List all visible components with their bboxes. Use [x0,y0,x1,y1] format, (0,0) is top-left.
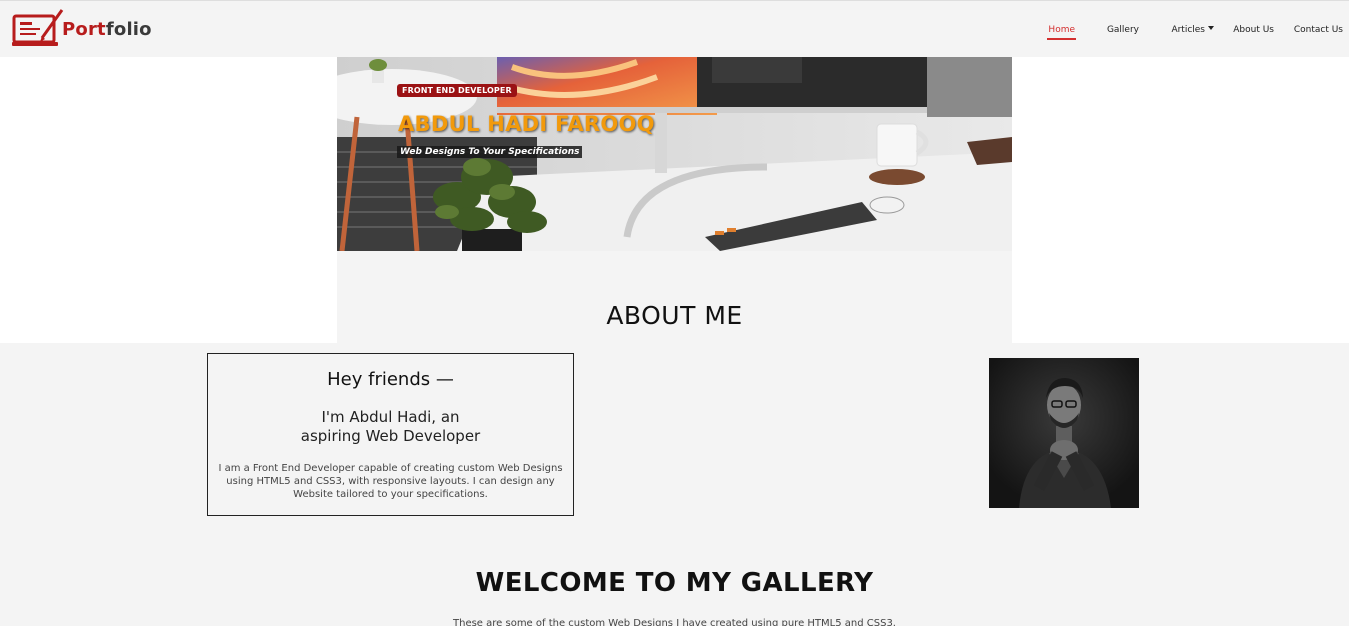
intro-subtitle-line1: I'm Abdul Hadi, an [321,408,460,426]
logo[interactable]: Portfolio [12,8,162,50]
intro-card: Hey friends — I'm Abdul Hadi, an aspirin… [207,353,574,516]
site-header: Portfolio Home Gallery Articles About Us… [0,0,1349,57]
hero-badge: FRONT END DEVELOPER [397,84,517,97]
hero-tagline: Web Designs To Your Specifications [397,146,583,158]
caret-down-icon [1208,26,1214,30]
nav-articles[interactable]: Articles [1171,25,1214,35]
profile-photo [989,358,1139,508]
hero-name: ABDUL HADI FAROOQ [398,112,655,136]
logo-text: Portfolio [62,19,152,40]
portfolio-logo-icon [12,9,64,46]
nav-gallery[interactable]: Gallery [1107,25,1139,35]
hero-banner: FRONT END DEVELOPER ABDUL HADI FAROOQ We… [337,57,1012,251]
nav-contact-us[interactable]: Contact Us [1294,25,1343,35]
about-title: ABOUT ME [606,301,743,330]
nav-articles-label: Articles [1171,25,1205,35]
intro-greeting: Hey friends — [327,369,454,390]
logo-text-accent: Port [62,19,106,40]
white-band-right [1012,57,1349,343]
intro-body: I am a Front End Developer capable of cr… [218,463,563,500]
intro-subtitle-line2: aspiring Web Developer [300,427,481,445]
nav-about-us[interactable]: About Us [1233,25,1274,35]
gallery-description: These are some of the custom Web Designs… [453,618,896,626]
white-band-left [0,57,337,343]
about-heading-section: ABOUT ME [337,251,1012,343]
person-portrait-icon [989,358,1139,508]
logo-text-rest: folio [105,19,152,40]
nav-home[interactable]: Home [1047,25,1076,40]
gallery-title: WELCOME TO MY GALLERY [475,568,874,598]
